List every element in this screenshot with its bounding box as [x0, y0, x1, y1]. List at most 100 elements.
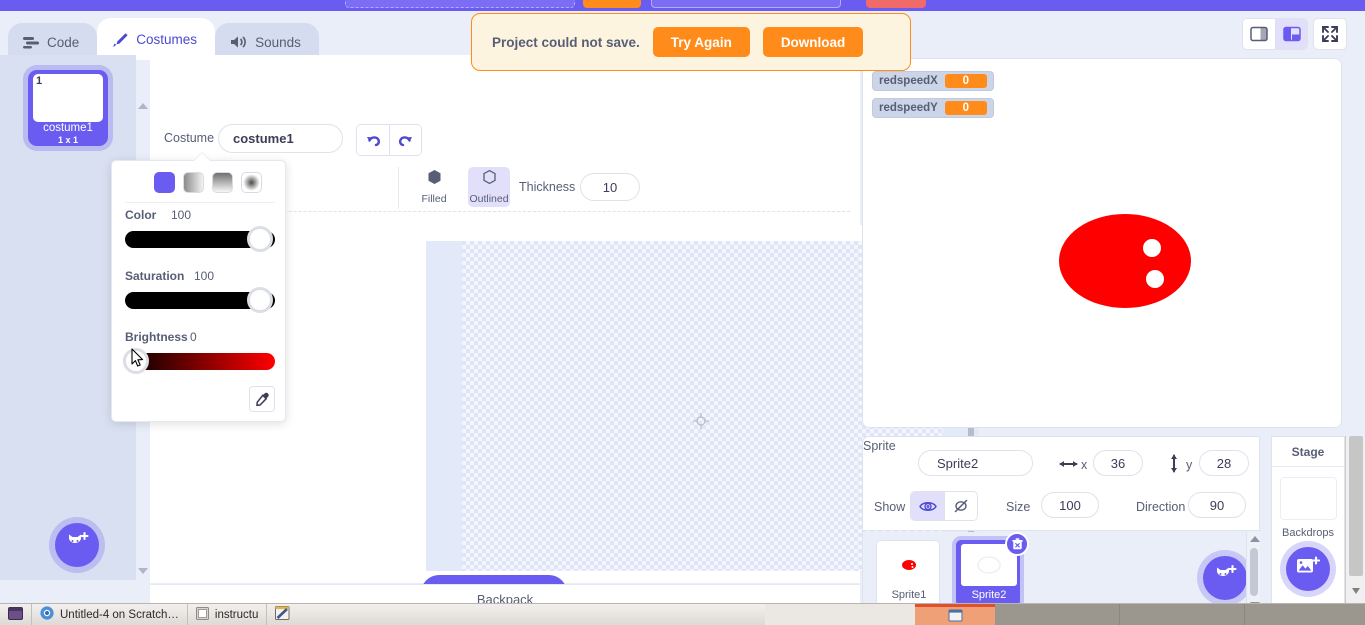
brush-icon: [112, 32, 129, 48]
gradient-radial-swatch[interactable]: [241, 172, 262, 193]
mouse-cursor: [131, 348, 145, 373]
costume-list-item[interactable]: 1 costume1 1 x 1: [28, 70, 108, 146]
taskbar-window-switcher-icon[interactable]: [267, 604, 298, 625]
large-stage-icon[interactable]: [1275, 19, 1307, 49]
taskbar-workspace-active[interactable]: [915, 604, 995, 625]
color-slider-knob[interactable]: [247, 226, 273, 252]
taskbar-workspace-3[interactable]: [1120, 604, 1245, 625]
sprite-list-scrollbar[interactable]: [1246, 532, 1260, 614]
workspace-window-icon: [947, 609, 964, 623]
vertical-arrow-icon: [1168, 454, 1180, 478]
horizontal-arrow-icon: [1059, 457, 1078, 475]
size-input[interactable]: 100: [1041, 492, 1099, 518]
variable-monitor[interactable]: redspeedX 0: [872, 71, 994, 91]
fullscreen-group: [1313, 18, 1347, 50]
scratch-editor-window: Code Costumes: [0, 0, 1365, 625]
sprite-list-item[interactable]: Sprite2: [956, 540, 1020, 606]
code-icon: [23, 36, 40, 49]
stage-selector-scroll-thumb[interactable]: [1349, 436, 1363, 576]
sprite-name-input[interactable]: Sprite2: [918, 450, 1033, 476]
stage-selector-scroll-down-arrow[interactable]: [1352, 588, 1360, 594]
taskbar-workspace-4[interactable]: [1245, 604, 1365, 625]
add-costume-button[interactable]: [55, 523, 99, 567]
menubar-account-button[interactable]: [866, 0, 926, 8]
show-toggle-group: [910, 491, 978, 521]
sprite-list-item[interactable]: Sprite1: [876, 540, 940, 606]
saturation-slider-knob[interactable]: [247, 287, 273, 313]
popup-arrow: [194, 153, 210, 161]
try-again-button[interactable]: Try Again: [653, 27, 750, 57]
taskbar-item-chrome[interactable]: Untitled-4 on Scratch…: [32, 604, 188, 625]
taskbar-workspace-2[interactable]: [995, 604, 1120, 625]
brightness-slider-label: Brightness: [125, 330, 188, 344]
saturation-slider-label: Saturation: [125, 269, 184, 283]
direction-label: Direction: [1136, 500, 1185, 514]
costume-name-input[interactable]: costume1: [218, 124, 343, 153]
image-plus-icon: [1296, 556, 1320, 582]
stage-size-group: [1242, 18, 1308, 50]
stage-selector-title: Stage: [1272, 437, 1344, 467]
y-input[interactable]: 28: [1199, 450, 1249, 476]
redo-icon[interactable]: [389, 125, 421, 155]
menubar-project-name-field[interactable]: [345, 0, 575, 8]
save-error-message: Project could not save.: [492, 35, 640, 50]
menubar-see-project-page-button[interactable]: [651, 0, 841, 8]
undo-icon[interactable]: [357, 125, 389, 155]
backdrops-label: Backdrops: [1272, 527, 1344, 539]
sprite-list-scroll-thumb[interactable]: [1250, 548, 1258, 596]
canvas-center-crosshair-icon: [693, 413, 709, 434]
gradient-solid-swatch[interactable]: [154, 172, 175, 193]
outlined-mode-button[interactable]: Outlined: [468, 167, 510, 207]
y-label: y: [1186, 458, 1192, 472]
monitor-value: 0: [945, 101, 987, 115]
tab-code-label: Code: [47, 35, 79, 50]
taskbar-item-label: instructu: [215, 609, 258, 621]
stage[interactable]: redspeedX 0 redspeedY 0: [862, 58, 1342, 428]
color-picker-popup: Color 100 Saturation 100 Brightness 0: [111, 160, 286, 422]
delete-sprite-button[interactable]: [1005, 532, 1029, 556]
tab-costumes[interactable]: Costumes: [97, 18, 215, 60]
stage-selector-panel[interactable]: Stage Backdrops: [1271, 436, 1345, 614]
x-input[interactable]: 36: [1093, 450, 1143, 476]
gradient-vertical-swatch[interactable]: [212, 172, 233, 193]
taskbar-pager-blank: [765, 604, 915, 625]
thickness-input[interactable]: 10: [580, 173, 640, 201]
brightness-slider-value: 0: [190, 330, 197, 344]
filled-shape-icon: [426, 169, 443, 191]
download-button[interactable]: Download: [763, 27, 864, 57]
taskbar-item-instructu[interactable]: instructu: [188, 604, 267, 625]
variable-monitor[interactable]: redspeedY 0: [872, 98, 994, 118]
undo-redo-group: [356, 124, 422, 156]
saturation-slider-value: 100: [194, 269, 214, 283]
size-label: Size: [1006, 500, 1030, 514]
eye-hidden-icon[interactable]: [944, 492, 977, 520]
filled-mode-label: Filled: [421, 193, 446, 205]
window-icon: [196, 607, 209, 623]
eyedropper-icon[interactable]: [249, 386, 275, 412]
add-sprite-button[interactable]: [1203, 556, 1247, 600]
chrome-icon: [40, 606, 54, 623]
gradient-horizontal-swatch[interactable]: [183, 172, 204, 193]
thickness-label: Thickness: [519, 180, 575, 194]
speaker-icon: [230, 35, 248, 49]
sprite-list-scroll-up-arrow[interactable]: [1250, 536, 1260, 542]
monitor-name: redspeedX: [879, 75, 938, 87]
taskbar-show-desktop-button[interactable]: [0, 604, 32, 625]
stage-sprite-red-ball[interactable]: [1059, 212, 1191, 315]
color-slider-label: Color: [125, 208, 156, 222]
costume-list-scroll-down-arrow[interactable]: [138, 568, 148, 574]
costume-list-scroll-up-arrow[interactable]: [138, 103, 148, 109]
add-backdrop-button[interactable]: [1286, 547, 1330, 591]
stage-size-controls: [1242, 18, 1347, 50]
small-stage-icon[interactable]: [1243, 19, 1275, 49]
stage-selector-scrollbar[interactable]: [1345, 436, 1365, 614]
costume-index: 1: [36, 75, 42, 87]
menubar-share-button[interactable]: [583, 0, 641, 8]
outlined-mode-label: Outlined: [469, 193, 508, 205]
sprite-name-label: Sprite: [863, 439, 896, 453]
direction-input[interactable]: 90: [1188, 492, 1246, 518]
eye-visible-icon[interactable]: [911, 492, 944, 520]
fullscreen-icon[interactable]: [1314, 19, 1346, 49]
filled-mode-button[interactable]: Filled: [413, 167, 455, 207]
scratch-menubar: [0, 0, 1365, 11]
